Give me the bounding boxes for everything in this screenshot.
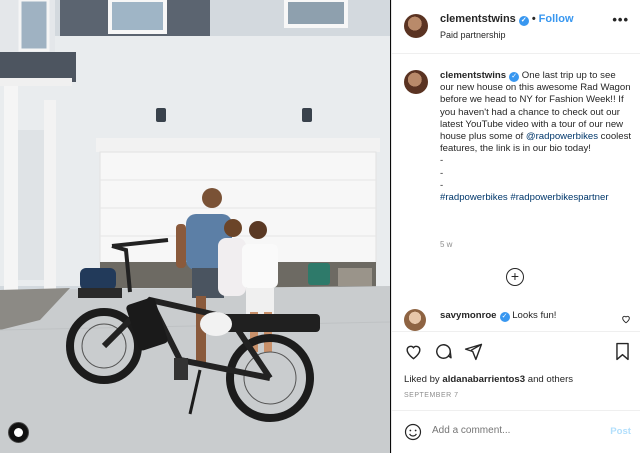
comment-icon[interactable]: [434, 342, 453, 361]
share-icon[interactable]: [464, 342, 483, 361]
add-circle-icon[interactable]: +: [506, 268, 524, 286]
post-caption: clementstwins ✓ One last trip up to see o…: [392, 54, 640, 294]
post-date: SEPTEMBER 7: [404, 392, 459, 399]
emoji-icon[interactable]: [404, 423, 422, 441]
caption-verified-badge-icon: ✓: [509, 72, 520, 82]
comment-body: Looks fun!: [512, 310, 557, 321]
profile-switch-icon[interactable]: [8, 422, 29, 443]
caption-dash: -: [440, 167, 444, 179]
caption-mention[interactable]: @radpowerbikes: [526, 131, 598, 142]
commenter-username[interactable]: savymonroe: [440, 310, 497, 321]
hashtag-link[interactable]: #radpowerbikespartner: [510, 192, 608, 203]
caption-username[interactable]: clementstwins: [440, 70, 506, 81]
paid-partnership-label[interactable]: Paid partnership: [440, 30, 506, 40]
author-username[interactable]: clementstwins: [440, 13, 516, 25]
comment-text: savymonroe ✓ Looks fun!: [440, 310, 556, 322]
photo-illustration: [0, 0, 390, 453]
author-avatar[interactable]: [404, 14, 428, 38]
post-header: clementstwins ✓ • Follow Paid partnership •…: [392, 0, 640, 54]
likes-suffix: and others: [525, 374, 574, 385]
add-comment-input[interactable]: [432, 425, 592, 436]
instagram-post-modal: clementstwins ✓ • Follow Paid partnership •…: [0, 0, 640, 453]
separator-dot: •: [531, 13, 536, 25]
follow-button[interactable]: Follow: [539, 13, 574, 25]
more-options-icon[interactable]: •••: [612, 12, 629, 27]
caption-text: clementstwins ✓ One last trip up to see o…: [440, 70, 632, 204]
header-user-line: clementstwins ✓ • Follow: [440, 13, 574, 26]
likes-prefix: Liked by: [404, 374, 443, 385]
caption-hashtags: #radpowerbikes #radpowerbikespartner: [440, 192, 632, 204]
hashtag-link[interactable]: #radpowerbikes: [440, 192, 508, 203]
likes-summary[interactable]: Liked by aldanabarrientos3 and others: [404, 374, 573, 385]
post-side-panel: clementstwins ✓ • Follow Paid partnership •…: [391, 0, 640, 453]
post-photo[interactable]: [0, 0, 390, 453]
caption-dash: -: [440, 155, 444, 167]
caption-dash: -: [440, 179, 444, 191]
commenter-verified-badge-icon: ✓: [499, 312, 510, 322]
commenter-avatar[interactable]: [404, 309, 426, 331]
heart-icon[interactable]: [404, 342, 423, 361]
add-comment-bar: Post: [392, 410, 640, 453]
likes-username[interactable]: aldanabarrientos3: [442, 374, 525, 385]
verified-badge-icon: ✓: [518, 16, 529, 26]
post-comment-button[interactable]: Post: [610, 426, 631, 437]
bookmark-icon[interactable]: [614, 342, 631, 361]
caption-author-avatar[interactable]: [404, 70, 428, 94]
caption-timestamp: 5 w: [440, 240, 453, 249]
comment-row: savymonroe ✓ Looks fun!: [392, 306, 640, 331]
comment-like-heart-icon[interactable]: [621, 314, 631, 324]
